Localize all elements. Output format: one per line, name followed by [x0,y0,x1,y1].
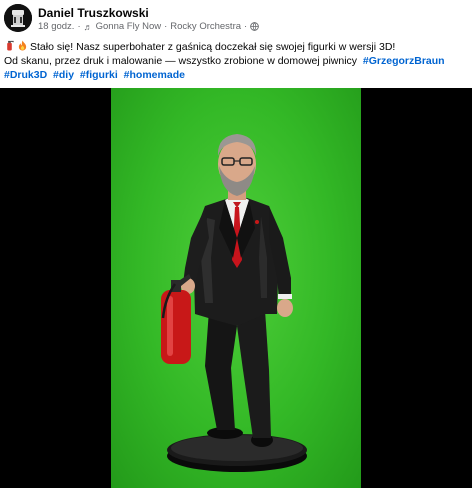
post-header: Daniel Truszkowski 18 godz. · ♬ Gonna Fl… [0,0,472,40]
hashtag-link[interactable]: #GrzegorzBraun [363,55,445,67]
hashtag-link[interactable]: #homemade [124,69,185,81]
caption-line-3: #Druk3D #diy #figurki #homemade [4,68,470,82]
post-caption: Stało się! Nasz superbohater z gaśnicą d… [4,40,470,82]
post-time[interactable]: 18 godz. [38,21,74,32]
post-photo[interactable] [111,88,361,488]
fire-emoji [17,40,28,51]
caption-line-1: Stało się! Nasz superbohater z gaśnicą d… [4,40,470,54]
figurine-image [161,134,307,472]
music-note-icon: ♬ [83,21,93,32]
post-media[interactable] [0,88,472,488]
separator: · [244,21,248,32]
song-title[interactable]: Gonna Fly Now [96,21,161,32]
post-meta: 18 godz. · ♬ Gonna Fly Now · Rocky Orche… [38,21,260,32]
separator: · [164,21,168,32]
author-name[interactable]: Daniel Truszkowski [38,6,149,20]
caption-text-1: Stało się! Nasz superbohater z gaśnicą d… [30,41,396,53]
hashtag-link[interactable]: #diy [53,69,74,81]
fire-extinguisher-emoji [4,40,15,51]
globe-icon [250,22,260,31]
hashtag-link[interactable]: #Druk3D [4,69,47,81]
separator: · [77,21,81,32]
hashtag-link[interactable]: #figurki [80,69,118,81]
caption-text-2: Od skanu, przez druk i malowanie — wszys… [4,55,358,67]
song-artist[interactable]: Rocky Orchestra [170,21,241,32]
caption-line-2: Od skanu, przez druk i malowanie — wszys… [4,54,470,68]
author-avatar[interactable] [4,4,32,32]
